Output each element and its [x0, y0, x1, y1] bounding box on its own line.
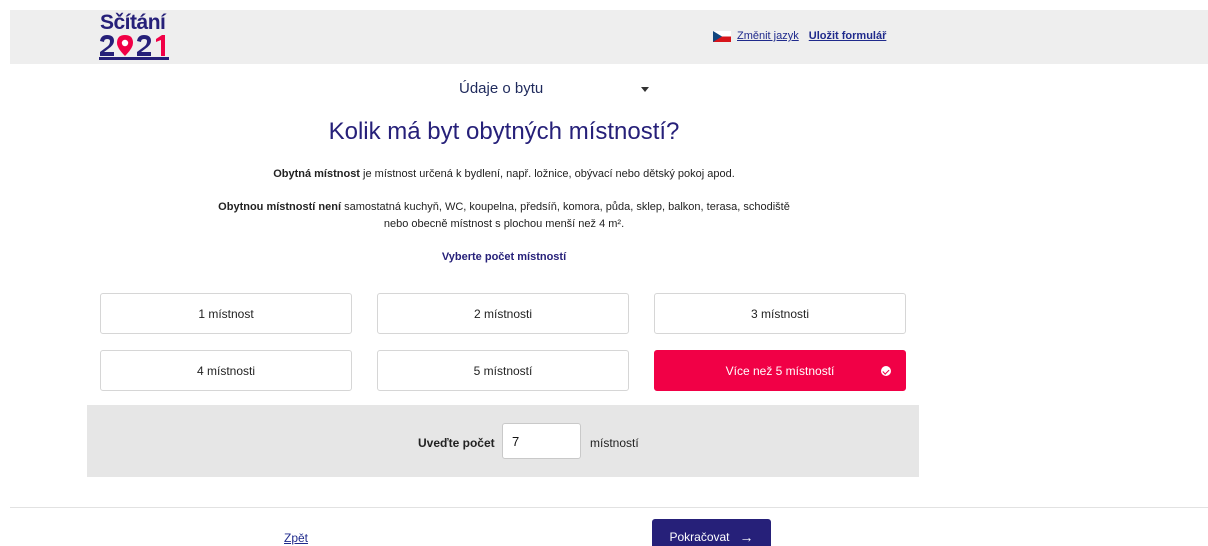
header-bar: Sčítání 2021 Změnit jazyk Uložit formulá… — [10, 10, 1208, 64]
option-label: 5 místností — [473, 363, 533, 378]
back-link[interactable]: Zpět — [284, 531, 308, 545]
definition-term: Obytná místnost — [273, 168, 360, 180]
room-count-label: Uveďte počet — [418, 436, 495, 450]
option-label: 1 místnost — [198, 306, 254, 321]
change-language-link[interactable]: Změnit jazyk — [737, 30, 799, 42]
scitani-logo: Sčítání 2021 — [99, 10, 179, 64]
option-label: 4 místnosti — [196, 363, 256, 378]
option-4-rooms[interactable]: 4 místnosti — [100, 350, 352, 391]
question-title: Kolik má byt obytných místností? — [328, 118, 680, 145]
arrow-right-icon: → — [739, 529, 754, 545]
header-links: Změnit jazyk Uložit formulář — [713, 28, 886, 44]
option-more-than-5-rooms[interactable]: Více než 5 místností — [654, 350, 906, 391]
room-count-unit: místností — [590, 436, 639, 450]
room-count-input[interactable] — [502, 423, 581, 459]
definition-text: Obytná místnost je místnost určená k byd… — [0, 168, 1008, 180]
selection-prompt: Vyberte počet místností — [441, 251, 567, 263]
option-5-rooms[interactable]: 5 místností — [377, 350, 629, 391]
room-count-panel: Uveďte počet místností — [87, 405, 919, 477]
option-label: 2 místnosti — [473, 306, 533, 321]
option-3-rooms[interactable]: 3 místnosti — [654, 293, 906, 334]
exclusion-body-line2: nebo obecně místnost s plochou menší než… — [383, 218, 625, 230]
exclusion-text: Obytnou místností není samostatná kuchyň… — [0, 199, 1008, 233]
option-2-rooms[interactable]: 2 místnosti — [377, 293, 629, 334]
definition-body: je místnost určená k bydlení, např. ložn… — [359, 168, 735, 180]
logo-year-icon — [99, 35, 169, 60]
footer-divider — [10, 507, 1208, 508]
exclusion-body: samostatná kuchyň, WC, koupelna, předsíň… — [341, 201, 790, 213]
save-form-link[interactable]: Uložit formulář — [809, 30, 887, 42]
section-dropdown-value: Údaje o bytu — [459, 79, 544, 97]
section-dropdown[interactable]: Údaje o bytu — [459, 77, 659, 99]
continue-button-label: Pokračovat — [669, 530, 730, 544]
check-circle-icon — [881, 366, 891, 376]
logo-title: Sčítání — [100, 11, 166, 34]
option-label: 3 místnosti — [750, 306, 810, 321]
czech-flag-icon — [713, 30, 731, 42]
option-label: Více než 5 místností — [725, 363, 835, 378]
continue-button[interactable]: Pokračovat → — [652, 519, 771, 546]
option-1-room[interactable]: 1 místnost — [100, 293, 352, 334]
chevron-down-icon — [641, 87, 649, 92]
exclusion-term: Obytnou místností není — [218, 201, 342, 213]
